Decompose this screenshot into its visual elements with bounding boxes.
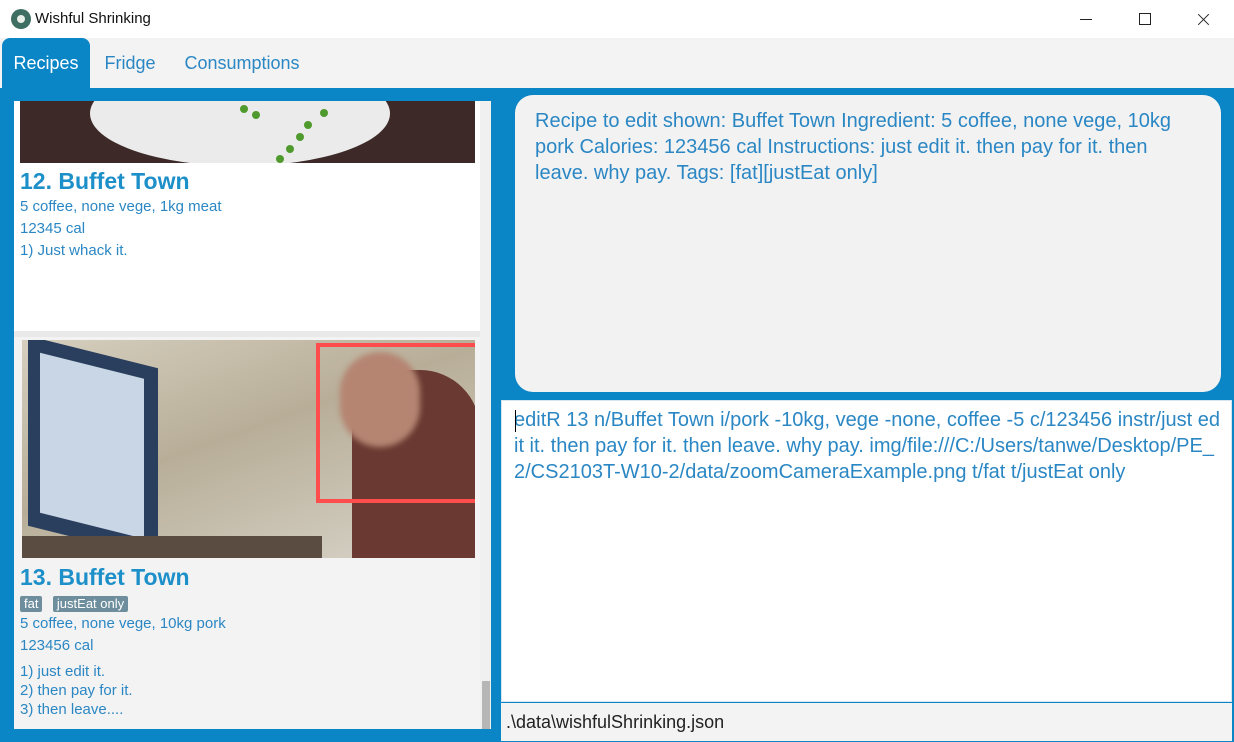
tab-fridge[interactable]: Fridge bbox=[96, 38, 164, 88]
text-caret bbox=[515, 410, 516, 432]
recipe-image bbox=[20, 101, 475, 163]
maximize-icon[interactable] bbox=[1116, 0, 1174, 38]
command-text[interactable]: editR 13 n/Buffet Town i/pork -10kg, veg… bbox=[514, 407, 1220, 485]
recipe-instruction: 3) then leave.... bbox=[20, 701, 124, 718]
recipe-calories: 123456 cal bbox=[20, 637, 94, 654]
recipe-calories: 12345 cal bbox=[20, 220, 86, 237]
minimize-icon[interactable] bbox=[1058, 0, 1116, 38]
tab-consumptions[interactable]: Consumptions bbox=[172, 38, 312, 88]
recipe-card-13[interactable]: 13. Buffet Town fat justEat only 5 coffe… bbox=[14, 337, 482, 729]
window-title: Wishful Shrinking bbox=[35, 10, 151, 27]
recipe-instruction: 1) Just whack it. bbox=[20, 242, 128, 259]
app-icon bbox=[11, 9, 31, 29]
recipe-image bbox=[22, 340, 475, 558]
status-bar: .\data\wishfulShrinking.json bbox=[501, 703, 1232, 741]
recipe-instruction: 1) just edit it. bbox=[20, 663, 106, 680]
command-input[interactable]: editR 13 n/Buffet Town i/pork -10kg, veg… bbox=[501, 400, 1232, 702]
recipe-card-12[interactable]: 12. Buffet Town 5 coffee, none vege, 1kg… bbox=[14, 101, 482, 331]
title-bar: Wishful Shrinking bbox=[0, 0, 1234, 38]
result-text: Recipe to edit shown: Buffet Town Ingred… bbox=[535, 110, 1171, 184]
recipe-ingredients: 5 coffee, none vege, 1kg meat bbox=[20, 198, 222, 215]
list-scrollbar[interactable] bbox=[480, 101, 491, 729]
close-icon[interactable] bbox=[1174, 0, 1232, 38]
recipe-name: 13. Buffet Town bbox=[20, 564, 190, 590]
recipe-tags: fat justEat only bbox=[20, 595, 134, 613]
recipe-ingredients: 5 coffee, none vege, 10kg pork bbox=[20, 615, 226, 632]
tag-badge: fat bbox=[20, 596, 43, 612]
tab-recipes[interactable]: Recipes bbox=[2, 38, 90, 88]
recipe-name: 12. Buffet Town bbox=[20, 168, 190, 194]
recipe-list[interactable]: 12. Buffet Town 5 coffee, none vege, 1kg… bbox=[14, 101, 491, 729]
recipe-instruction: 2) then pay for it. bbox=[20, 682, 133, 699]
status-path: .\data\wishfulShrinking.json bbox=[506, 712, 725, 732]
scrollbar-thumb[interactable] bbox=[482, 681, 490, 729]
result-display: Recipe to edit shown: Buffet Town Ingred… bbox=[515, 95, 1221, 392]
tag-badge: justEat only bbox=[52, 596, 129, 612]
